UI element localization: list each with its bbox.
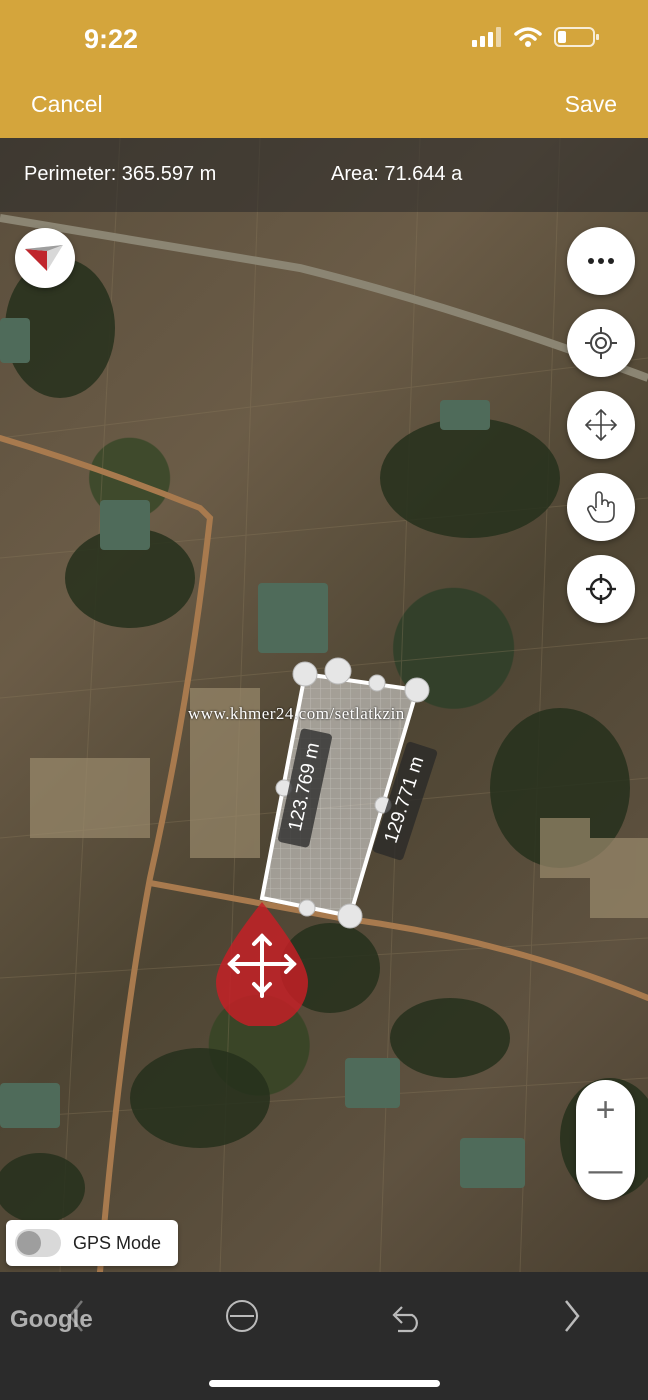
move-mode-button[interactable] [567, 391, 635, 459]
zoom-in-button[interactable]: + [576, 1080, 635, 1140]
drag-handle[interactable] [210, 900, 314, 1028]
top-bar: 9:22 Cancel Save [0, 0, 648, 138]
satellite-map[interactable]: Perimeter: 365.597 m Area: 71.644 a 123.… [0, 138, 648, 1272]
crosshair-icon [586, 574, 616, 604]
more-button[interactable] [567, 227, 635, 295]
toggle-knob [17, 1231, 41, 1255]
chevron-right-icon [565, 1300, 580, 1332]
zoom-out-button[interactable]: — [576, 1140, 635, 1200]
area-value: Area: 71.644 a [331, 163, 463, 185]
compass-button[interactable] [15, 228, 75, 288]
measurement-bar: Perimeter: 365.597 m Area: 71.644 a [0, 138, 648, 212]
home-indicator[interactable] [209, 1380, 440, 1387]
cellular-signal-icon [472, 27, 501, 47]
battery-icon [554, 27, 599, 47]
tap-mode-button[interactable] [567, 473, 635, 541]
bottom-toolbar [0, 1272, 648, 1400]
watermark: www.khmer24.com/setlatkzin [188, 704, 405, 723]
zoom-control: + — [576, 1080, 635, 1200]
more-icon [588, 258, 614, 264]
compass-icon [25, 245, 63, 271]
move-icon [584, 408, 618, 442]
locate-button[interactable] [567, 309, 635, 377]
status-icons [472, 26, 600, 48]
status-time: 9:22 [84, 24, 139, 54]
gps-mode-label: GPS Mode [73, 1232, 162, 1253]
cancel-button[interactable]: Cancel [31, 91, 103, 118]
google-logo: Google [10, 1306, 93, 1333]
crosshair-button[interactable] [567, 555, 635, 623]
undo-icon [392, 1306, 418, 1333]
save-button[interactable]: Save [565, 91, 617, 118]
gps-mode-toggle[interactable] [15, 1229, 61, 1257]
delete-point-button[interactable] [222, 1296, 262, 1336]
locate-icon [585, 327, 617, 359]
drop-marker-icon [216, 902, 308, 1028]
perimeter-value: Perimeter: 365.597 m [24, 163, 217, 185]
undo-button[interactable] [386, 1296, 426, 1336]
next-button[interactable] [552, 1296, 592, 1336]
minus-circle-icon [226, 1300, 258, 1332]
hand-tap-icon [587, 491, 615, 523]
gps-mode-panel: GPS Mode [6, 1220, 178, 1266]
wifi-icon [514, 27, 542, 47]
